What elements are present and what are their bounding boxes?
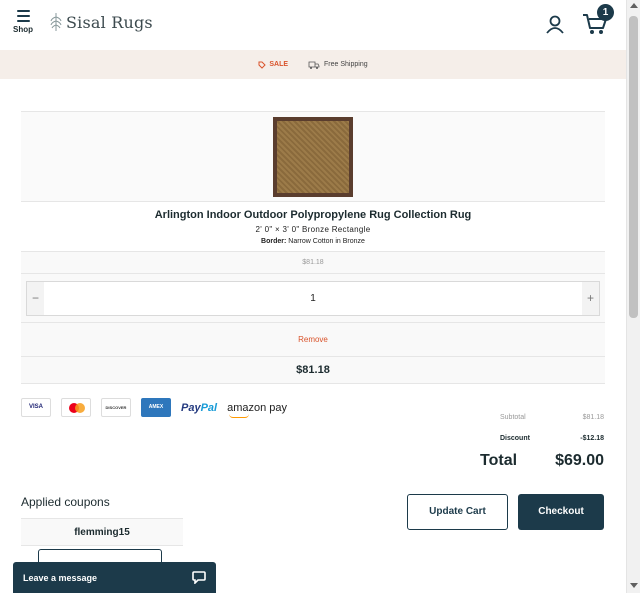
line-total: $81.18 — [21, 356, 605, 384]
product-border: Border: Narrow Cotton in Bronze — [21, 238, 605, 251]
leaf-logo-icon — [50, 13, 62, 31]
subtotal-value: $81.18 — [582, 414, 604, 421]
free-shipping-info: Free Shipping — [308, 61, 368, 69]
quantity-row: − 1 + — [21, 273, 605, 322]
total-value: $69.00 — [555, 452, 604, 469]
unit-price: $81.18 — [21, 251, 605, 273]
promo-bar: SALE Free Shipping — [0, 50, 626, 79]
site-logo[interactable]: Sisal Rugs — [50, 12, 153, 32]
tag-icon — [258, 61, 267, 69]
paypal-icon: PayPal — [181, 402, 217, 414]
hamburger-icon — [16, 10, 30, 22]
sale-link[interactable]: SALE — [258, 61, 288, 69]
applied-coupons-heading: Applied coupons — [21, 495, 110, 509]
shop-label: Shop — [13, 25, 33, 34]
remove-item-link[interactable]: Remove — [21, 322, 605, 356]
paypal-icon-part2: Pal — [200, 401, 218, 414]
quantity-input[interactable]: 1 — [44, 282, 582, 315]
truck-icon — [308, 61, 320, 69]
scroll-down-arrow-icon[interactable] — [630, 583, 638, 588]
discount-line: Discount -$12.18 — [480, 428, 604, 449]
account-icon[interactable] — [545, 14, 565, 34]
product-info-row: Arlington Indoor Outdoor Polypropylene R… — [21, 201, 605, 251]
product-image-row — [21, 111, 605, 201]
logo-text: Sisal Rugs — [66, 12, 153, 32]
scroll-up-arrow-icon[interactable] — [630, 3, 638, 8]
page-scrollbar[interactable] — [626, 0, 640, 593]
border-label: Border: — [261, 238, 287, 245]
amazon-pay-icon: amazon pay — [227, 401, 288, 418]
increase-quantity-button[interactable]: + — [582, 282, 599, 315]
total-label: Total — [480, 452, 518, 469]
order-summary: Subtotal $81.18 Discount -$12.18 Total $… — [480, 407, 604, 470]
cart-item: Arlington Indoor Outdoor Polypropylene R… — [21, 111, 605, 384]
total-line: Total $69.00 — [480, 452, 604, 470]
product-dimensions: 2' 0" × 3' 0" Bronze Rectangle — [255, 225, 371, 234]
cart-count-badge: 1 — [597, 4, 614, 21]
amazon-pay-label: amazon pay — [227, 401, 288, 414]
sale-label: SALE — [269, 61, 289, 68]
site-header: Shop Sisal Rugs 1 — [0, 0, 626, 50]
mastercard-icon — [61, 398, 91, 417]
paypal-icon-part1: Pay — [181, 401, 201, 414]
payment-methods: VISA DISCOVER AMEX PayPal amazon pay — [21, 398, 288, 418]
discount-label: Discount — [500, 435, 530, 442]
decrease-quantity-button[interactable]: − — [27, 282, 44, 315]
cart-page: Shop Sisal Rugs 1 SALE Free Shipping Arl… — [0, 0, 640, 593]
amex-icon: AMEX — [141, 398, 171, 417]
coupon-code: flemming15 — [21, 518, 183, 546]
product-image[interactable] — [273, 116, 353, 197]
update-cart-button[interactable]: Update Cart — [407, 494, 508, 530]
visa-icon: VISA — [21, 398, 51, 417]
shop-menu-button[interactable]: Shop — [9, 10, 37, 34]
chat-widget[interactable]: Leave a message — [13, 562, 216, 593]
shipping-label: Free Shipping — [324, 61, 368, 68]
chat-label: Leave a message — [23, 572, 98, 583]
discover-icon: DISCOVER — [101, 398, 131, 417]
product-title[interactable]: Arlington Indoor Outdoor Polypropylene R… — [21, 202, 605, 221]
discount-value: -$12.18 — [580, 435, 604, 442]
subtotal-label: Subtotal — [500, 414, 526, 421]
border-value: Narrow Cotton in Bronze — [288, 238, 365, 245]
quantity-stepper: − 1 + — [26, 281, 600, 316]
checkout-button[interactable]: Checkout — [518, 494, 604, 530]
scrollbar-thumb[interactable] — [629, 16, 638, 318]
subtotal-line: Subtotal $81.18 — [480, 407, 604, 428]
chat-bubble-icon — [192, 571, 206, 584]
